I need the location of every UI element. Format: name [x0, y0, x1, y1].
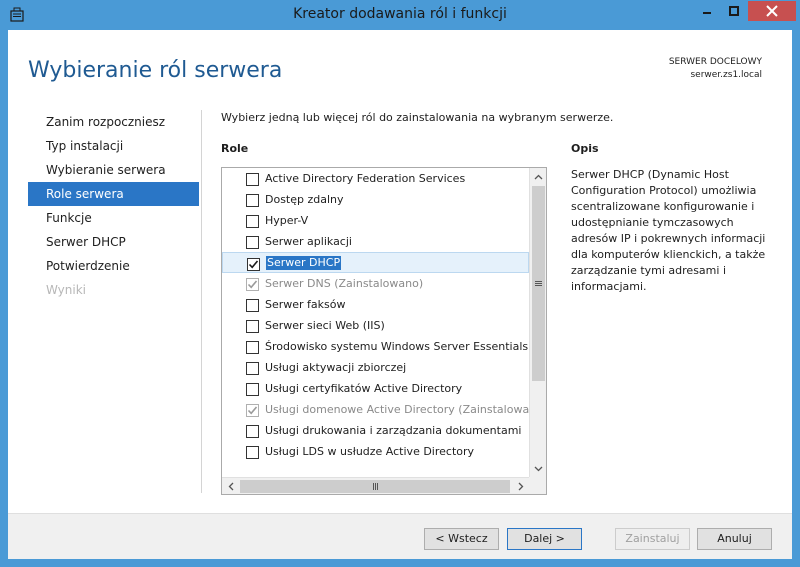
role-checkbox[interactable]: [246, 236, 259, 249]
nav-item-dhcp-server[interactable]: Serwer DHCP: [28, 230, 199, 254]
title-bar[interactable]: Kreator dodawania ról i funkcji: [0, 0, 800, 30]
role-row[interactable]: Usługi aktywacji zbiorczej: [222, 357, 529, 378]
role-label: Usługi LDS w usłudze Active Directory: [265, 445, 475, 458]
page-title: Wybieranie ról serwera: [28, 58, 283, 83]
wizard-window: Kreator dodawania ról i funkcji Wybieran…: [0, 0, 800, 567]
role-row[interactable]: Usługi certyfikatów Active Directory: [222, 378, 529, 399]
role-label: Hyper-V: [265, 214, 309, 227]
role-row[interactable]: Serwer faksów: [222, 294, 529, 315]
grip-icon: [535, 281, 542, 286]
role-row[interactable]: Serwer DHCP: [222, 252, 529, 273]
roles-header: Role: [221, 142, 249, 155]
role-checkbox[interactable]: [246, 383, 259, 396]
nav-item-server-roles[interactable]: Role serwera: [28, 182, 199, 206]
vertical-scroll-thumb[interactable]: [532, 186, 545, 381]
role-checkbox[interactable]: [246, 299, 259, 312]
role-checkbox[interactable]: [246, 320, 259, 333]
destination-server-value: serwer.zs1.local: [690, 70, 762, 80]
minimize-icon: [703, 12, 711, 14]
role-checkbox[interactable]: [246, 341, 259, 354]
nav-item-server-selection[interactable]: Wybieranie serwera: [28, 158, 199, 182]
window-title: Kreator dodawania ról i funkcji: [293, 6, 507, 22]
role-label: Usługi drukowania i zarządzania dokument…: [265, 424, 522, 437]
role-checkbox[interactable]: [246, 362, 259, 375]
role-label: Serwer sieci Web (IIS): [265, 319, 385, 332]
role-checkbox[interactable]: [246, 173, 259, 186]
role-row[interactable]: Serwer DNS (Zainstalowano): [222, 273, 529, 294]
role-label: Dostęp zdalny: [265, 193, 344, 206]
cancel-button[interactable]: Anuluj: [697, 528, 772, 550]
instruction-text: Wybierz jedną lub więcej ról do zainstal…: [221, 111, 614, 124]
role-row[interactable]: Serwer aplikacji: [222, 231, 529, 252]
role-label: Active Directory Federation Services: [265, 172, 466, 185]
description-header: Opis: [571, 142, 599, 155]
wizard-footer: < Wstecz Dalej > Zainstaluj Anuluj: [8, 513, 792, 559]
role-checkbox[interactable]: [246, 215, 259, 228]
destination-server-label: SERWER DOCELOWY: [668, 57, 762, 67]
role-label: Usługi certyfikatów Active Directory: [265, 382, 463, 395]
scroll-right-button[interactable]: [512, 478, 529, 494]
role-label: Serwer DNS (Zainstalowano): [265, 277, 424, 290]
install-button: Zainstaluj: [615, 528, 690, 550]
nav-item-before-you-begin[interactable]: Zanim rozpoczniesz: [28, 110, 199, 134]
nav-item-confirmation[interactable]: Potwierdzenie: [28, 254, 199, 278]
horizontal-scrollbar[interactable]: [222, 477, 529, 494]
role-checkbox[interactable]: [246, 446, 259, 459]
maximize-icon: [729, 6, 739, 16]
scroll-down-button[interactable]: [530, 460, 546, 477]
maximize-button[interactable]: [721, 1, 747, 21]
horizontal-scroll-thumb[interactable]: [240, 480, 510, 493]
checkmark-icon: [248, 260, 259, 269]
role-label: Serwer faksów: [265, 298, 346, 311]
role-checkbox[interactable]: [246, 425, 259, 438]
back-button[interactable]: < Wstecz: [424, 528, 499, 550]
role-checkbox: [246, 278, 259, 291]
role-label: Usługi aktywacji zbiorczej: [265, 361, 407, 374]
role-label: Serwer DHCP: [266, 256, 342, 270]
role-row[interactable]: Serwer sieci Web (IIS): [222, 315, 529, 336]
role-row[interactable]: Usługi LDS w usłudze Active Directory: [222, 441, 529, 462]
chevron-down-icon: [534, 466, 543, 471]
nav-item-installation-type[interactable]: Typ instalacji: [28, 134, 199, 158]
nav-item-features[interactable]: Funkcje: [28, 206, 199, 230]
description-text: Serwer DHCP (Dynamic Host Configuration …: [571, 168, 766, 293]
role-row[interactable]: Środowisko systemu Windows Server Essent…: [222, 336, 529, 357]
role-checkbox[interactable]: [246, 194, 259, 207]
role-label: Serwer aplikacji: [265, 235, 352, 248]
chevron-right-icon: [518, 482, 523, 491]
wizard-content: Wybieranie ról serwera SERWER DOCELOWY s…: [8, 30, 792, 559]
next-button[interactable]: Dalej >: [507, 528, 582, 550]
scroll-left-button[interactable]: [222, 478, 239, 494]
close-icon: [766, 5, 778, 17]
roles-list[interactable]: Active Directory Federation Services Dost…: [221, 167, 547, 495]
close-button[interactable]: [748, 1, 796, 21]
roles-list-viewport: Active Directory Federation Services Dost…: [222, 168, 529, 477]
role-checkbox[interactable]: [247, 258, 260, 271]
chevron-left-icon: [228, 482, 233, 491]
chevron-up-icon: [534, 174, 543, 179]
minimize-button[interactable]: [694, 1, 720, 21]
checkmark-icon: [247, 406, 258, 415]
wizard-steps-nav: Zanim rozpoczniesz Typ instalacji Wybier…: [28, 110, 199, 302]
role-row[interactable]: Active Directory Federation Services: [222, 168, 529, 189]
role-row[interactable]: Dostęp zdalny: [222, 189, 529, 210]
scrollbar-corner: [529, 477, 546, 494]
scroll-up-button[interactable]: [530, 168, 546, 185]
role-row[interactable]: Hyper-V: [222, 210, 529, 231]
checkmark-icon: [247, 280, 258, 289]
role-row[interactable]: Usługi drukowania i zarządzania dokument…: [222, 420, 529, 441]
nav-divider: [201, 110, 202, 493]
role-label: Środowisko systemu Windows Server Essent…: [265, 340, 529, 353]
role-label: Usługi domenowe Active Directory (Zainst…: [265, 403, 529, 416]
role-checkbox: [246, 404, 259, 417]
grip-icon: [372, 483, 378, 490]
vertical-scrollbar[interactable]: [529, 168, 546, 477]
nav-item-results: Wyniki: [46, 283, 86, 297]
role-row[interactable]: Usługi domenowe Active Directory (Zainst…: [222, 399, 529, 420]
